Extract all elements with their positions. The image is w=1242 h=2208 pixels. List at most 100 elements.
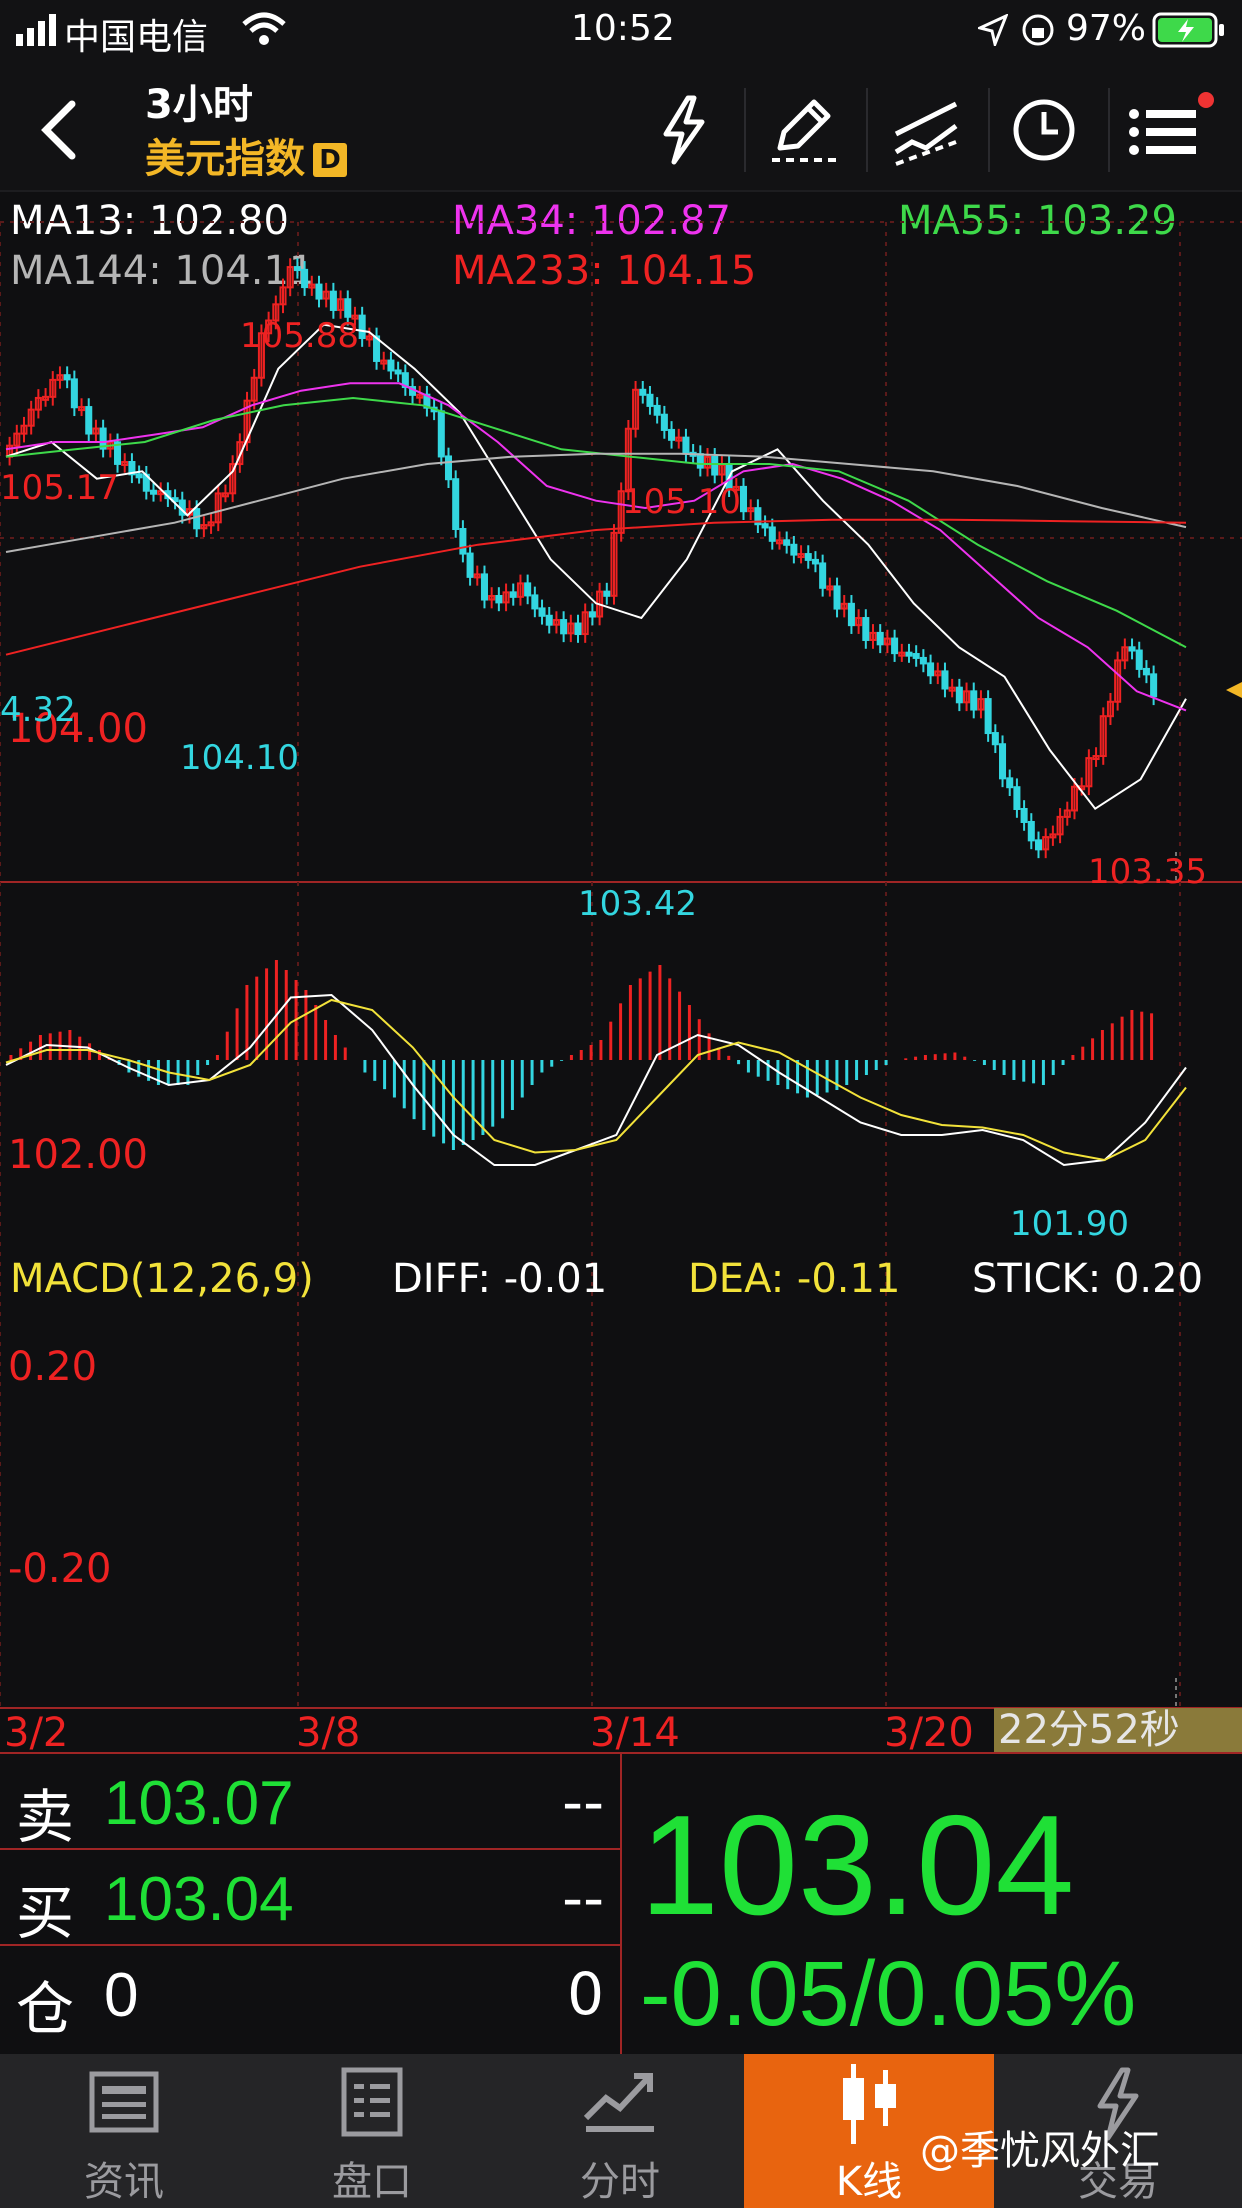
date-axis-label: 3/2 (4, 1710, 69, 1756)
candle-body (682, 436, 690, 454)
candle-body (804, 553, 812, 561)
position-right: 0 (567, 1960, 604, 2028)
candle-body (912, 653, 920, 659)
symbol-label: 美元指数 (145, 136, 305, 182)
candle-body (891, 637, 899, 655)
status-bar: 中国电信 10:52 97% (0, 0, 1242, 62)
candle-body (135, 473, 143, 479)
sell-row[interactable]: 卖 103.07 -- (0, 1754, 622, 1851)
news-icon (89, 2071, 159, 2133)
candle-body (711, 455, 719, 476)
candle-body (941, 670, 949, 690)
ma-line-ma34 (5, 382, 1187, 712)
candle-body (696, 453, 704, 469)
candle-body (85, 406, 93, 435)
candle-body (1006, 777, 1014, 789)
price-change: -0.05/0.05% (640, 1943, 1137, 2045)
header-divider (1108, 88, 1110, 172)
sell-volume: -- (562, 1768, 604, 1836)
tab-label: 分时 (580, 2159, 660, 2205)
high-annotation: 105.88 (240, 316, 359, 356)
candle-body (833, 585, 841, 610)
candle-countdown: 22分52秒 (994, 1708, 1242, 1752)
candle-body (509, 591, 517, 598)
clock-icon[interactable] (1004, 90, 1084, 170)
ma-line-ma13 (5, 323, 1187, 811)
low-annotation: 101.90 (1010, 1204, 1129, 1244)
back-icon[interactable] (36, 98, 80, 162)
candle-body (646, 393, 654, 407)
candle-body (761, 523, 769, 529)
candle-body (660, 413, 668, 431)
carrier-name: 中国电信 (64, 17, 209, 58)
candle-body (588, 611, 596, 618)
candle-body (560, 619, 568, 635)
quote-panel: 卖 103.07 -- 买 103.04 -- 仓 0 0 103.04 -0.… (0, 1752, 1242, 2056)
candlestick-icon (843, 2064, 896, 2144)
candle-body (293, 266, 301, 272)
candle-body (358, 314, 366, 340)
position-row: 仓 0 0 (0, 1946, 622, 2043)
macd-title: MACD(12,26,9) (10, 1256, 314, 1302)
high-annotation: 103.35 (1088, 852, 1207, 892)
clock-time: 10:52 (571, 8, 675, 49)
candle-body (603, 590, 611, 597)
timeframe-label[interactable]: 3小时 (145, 72, 253, 130)
candle-body (480, 573, 488, 601)
candle-body (1020, 807, 1028, 823)
tab-timeshare[interactable]: 分时 (496, 2054, 744, 2208)
tab-label: 资讯 (84, 2159, 164, 2205)
sell-price: 103.07 (104, 1769, 294, 1838)
current-price-marker (1226, 682, 1242, 698)
candle-body (444, 455, 453, 481)
chart-canvas[interactable] (0, 192, 1242, 1752)
location-icon (978, 14, 1008, 46)
candle-body (768, 526, 776, 542)
header-divider (988, 88, 990, 172)
position-label: 仓 (16, 1975, 75, 2043)
buy-label: 买 (16, 1879, 75, 1947)
drawing-tools-icon[interactable] (886, 90, 966, 170)
candle-body (394, 369, 402, 375)
candle-body (466, 552, 474, 578)
price-axis-label: 102.00 (8, 1132, 148, 1178)
candle-body (991, 732, 999, 746)
candle-body (70, 378, 78, 409)
menu-icon[interactable] (1124, 90, 1220, 170)
high-annotation: 105.10 (622, 482, 741, 522)
tab-news[interactable]: 资讯 (0, 2054, 248, 2208)
candle-body (193, 508, 201, 530)
candle-body (524, 582, 532, 597)
candle-body (387, 359, 395, 372)
candle-body (538, 607, 546, 617)
wifi-icon (242, 12, 286, 45)
ma-line-ma233 (5, 518, 1187, 656)
rotation-lock-icon (1022, 14, 1054, 46)
candle-body (927, 662, 935, 677)
candle-body (862, 617, 870, 641)
date-axis-label: 3/14 (590, 1710, 680, 1756)
candle-body (905, 651, 913, 657)
buy-row[interactable]: 买 103.04 -- (0, 1850, 622, 1947)
kline-chart[interactable]: MA13: 102.80 MA34: 102.87 MA55: 103.29 M… (0, 192, 1242, 1756)
candle-body (783, 539, 791, 546)
candle-body (329, 290, 337, 311)
candle-body (1128, 646, 1136, 652)
candle-body (1013, 786, 1021, 810)
high-annotation: 105.17 (0, 468, 119, 508)
candle-body (876, 631, 884, 646)
date-axis-label: 3/8 (296, 1710, 361, 1756)
sell-label: 卖 (16, 1783, 75, 1851)
tab-label: 盘口 (332, 2159, 412, 2205)
candle-body (790, 543, 798, 556)
candle-body (149, 489, 158, 495)
symbol-name[interactable]: 美元指数 D (145, 126, 347, 184)
signal-icon (16, 14, 56, 46)
candle-body (545, 614, 553, 626)
lightning-icon[interactable] (644, 90, 724, 170)
tab-orderbook[interactable]: 盘口 (248, 2054, 496, 2208)
pencil-icon[interactable] (764, 90, 844, 170)
daily-badge: D (313, 143, 347, 177)
candle-body (999, 743, 1007, 780)
macd-axis-label: -0.20 (8, 1546, 112, 1592)
